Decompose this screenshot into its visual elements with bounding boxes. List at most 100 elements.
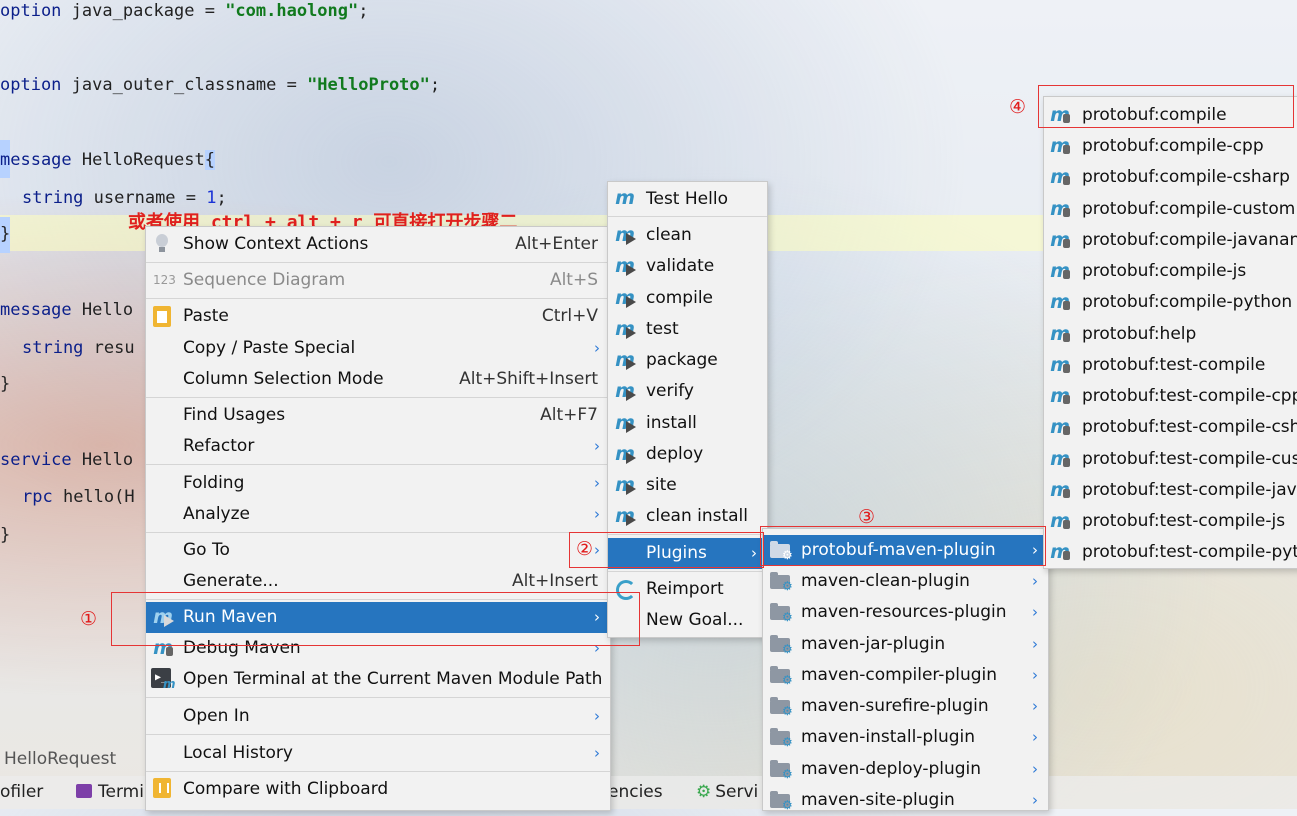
maven-run-icon: m	[615, 255, 636, 277]
chevron-right-icon: ›	[1032, 541, 1038, 559]
goal-protobuf-test-compile-custom[interactable]: mprotobuf:test-compile-custom	[1044, 444, 1297, 475]
menu-item-compare-with-clipboard[interactable]: Compare with Clipboard	[146, 774, 610, 805]
goal-protobuf-help[interactable]: m protobuf:help	[1044, 319, 1297, 350]
plugin-folder-icon: ⚙	[770, 635, 793, 655]
code-line: rpc hello(H	[22, 487, 135, 507]
menu-item-column-selection-mode[interactable]: Column Selection Mode Alt+Shift+Insert	[146, 364, 610, 395]
plugin-maven-site-plugin[interactable]: ⚙ maven-site-plugin ›	[763, 785, 1048, 816]
plugin-folder-icon: ⚙	[770, 603, 793, 623]
maven-run-icon: m	[615, 224, 636, 246]
maven-plugins-item[interactable]: Plugins ›	[608, 538, 767, 569]
menu-item-debug-maven[interactable]: m Debug Maven ›	[146, 633, 610, 664]
menu-item-generate[interactable]: Generate... Alt+Insert	[146, 566, 610, 597]
menu-item-run-maven[interactable]: m Run Maven ›	[146, 602, 610, 633]
goal-protobuf-test-compile-javanano[interactable]: mprotobuf:test-compile-javanano	[1044, 475, 1297, 506]
protobuf-goals-submenu: m protobuf:compile m protobuf:compile-cpp …	[1043, 96, 1297, 569]
maven-goal-verify[interactable]: m verify	[608, 376, 767, 407]
plugin-maven-install-plugin[interactable]: ⚙ maven-install-plugin ›	[763, 722, 1048, 753]
menu-item-open-terminal[interactable]: ▶_ m Open Terminal at the Current Maven M…	[146, 664, 610, 695]
plugin-folder-icon: ⚙	[770, 697, 793, 717]
chevron-right-icon: ›	[594, 339, 600, 357]
goal-protobuf-test-compile[interactable]: m protobuf:test-compile	[1044, 350, 1297, 381]
goal-protobuf-test-compile-python[interactable]: mprotobuf:test-compile-python	[1044, 537, 1297, 568]
plugin-folder-icon: ⚙	[770, 760, 793, 780]
menu-item-analyze[interactable]: Analyze ›	[146, 499, 610, 530]
chevron-right-icon: ›	[594, 437, 600, 455]
menu-separator	[608, 216, 767, 217]
goal-protobuf-compile-python[interactable]: m protobuf:compile-python	[1044, 287, 1297, 318]
maven-reimport-item[interactable]: Reimport	[608, 574, 767, 605]
maven-goal-icon: m	[1050, 198, 1070, 220]
breadcrumb[interactable]: HelloRequest	[0, 742, 150, 776]
maven-goal-deploy[interactable]: m deploy	[608, 439, 767, 470]
menu-separator	[146, 734, 610, 735]
goal-protobuf-compile[interactable]: m protobuf:compile	[1044, 100, 1297, 131]
tool-window-services[interactable]: ⚙ Servi	[696, 782, 758, 802]
plugin-folder-icon: ⚙	[770, 666, 793, 686]
code-line: message Hello	[0, 300, 134, 320]
maven-goal-clean-install[interactable]: m clean install	[608, 501, 767, 532]
menu-item-refactor[interactable]: Refactor ›	[146, 431, 610, 462]
clipboard-icon	[153, 304, 175, 327]
maven-goal-test-hello[interactable]: m Test Hello	[608, 184, 767, 215]
gear-icon: ⚙	[696, 782, 712, 802]
maven-goal-package[interactable]: m package	[608, 345, 767, 376]
menu-separator	[146, 532, 610, 533]
maven-goal-site[interactable]: m site	[608, 470, 767, 501]
plugin-maven-compiler-plugin[interactable]: ⚙ maven-compiler-plugin ›	[763, 660, 1048, 691]
maven-goal-clean[interactable]: m clean	[608, 220, 767, 251]
menu-separator	[146, 298, 610, 299]
compare-clipboard-icon	[153, 778, 175, 798]
menu-item-sequence-diagram[interactable]: 123 Sequence Diagram Alt+S	[146, 265, 610, 296]
plugin-maven-surefire-plugin[interactable]: ⚙ maven-surefire-plugin ›	[763, 691, 1048, 722]
menu-item-open-in[interactable]: Open In ›	[146, 701, 610, 732]
sequence-icon: 123	[153, 273, 176, 287]
plugins-submenu: ⚙ protobuf-maven-plugin › ⚙ maven-clean-plu…	[762, 528, 1049, 811]
step2-marker: ②	[576, 538, 594, 560]
menu-item-show-context-actions[interactable]: Show Context Actions Alt+Enter	[146, 229, 610, 260]
menu-item-folding[interactable]: Folding ›	[146, 468, 610, 499]
menu-item-find-usages[interactable]: Find Usages Alt+F7	[146, 400, 610, 431]
tool-window-profiler[interactable]: ofiler	[0, 782, 43, 802]
plugin-protobuf-maven-plugin[interactable]: ⚙ protobuf-maven-plugin ›	[763, 535, 1048, 566]
goal-protobuf-test-compile-cpp[interactable]: m protobuf:test-compile-cpp	[1044, 381, 1297, 412]
maven-goal-test[interactable]: m test	[608, 314, 767, 345]
maven-run-icon: m	[615, 318, 636, 340]
maven-goal-icon: m	[1050, 291, 1070, 313]
maven-run-icon: m	[615, 287, 636, 309]
maven-goal-install[interactable]: m install	[608, 408, 767, 439]
goal-protobuf-compile-cpp[interactable]: m protobuf:compile-cpp	[1044, 131, 1297, 162]
bulb-icon	[152, 234, 174, 254]
goal-protobuf-compile-js[interactable]: m protobuf:compile-js	[1044, 256, 1297, 287]
chevron-right-icon: ›	[594, 608, 600, 626]
menu-item-paste[interactable]: Paste Ctrl+V	[146, 301, 610, 332]
terminal-icon	[76, 784, 92, 798]
menu-item-copy-paste-special[interactable]: Copy / Paste Special ›	[146, 333, 610, 364]
maven-goal-validate[interactable]: m validate	[608, 251, 767, 282]
menu-item-local-history[interactable]: Local History ›	[146, 738, 610, 769]
goal-protobuf-compile-custom[interactable]: m protobuf:compile-custom	[1044, 194, 1297, 225]
goal-protobuf-test-compile-js[interactable]: m protobuf:test-compile-js	[1044, 506, 1297, 537]
plugin-maven-jar-plugin[interactable]: ⚙ maven-jar-plugin ›	[763, 629, 1048, 660]
tool-window-dependencies[interactable]: encies	[608, 782, 663, 802]
chevron-right-icon: ›	[594, 744, 600, 762]
plugin-maven-resources-plugin[interactable]: ⚙ maven-resources-plugin ›	[763, 597, 1048, 628]
goal-protobuf-compile-javanano[interactable]: m protobuf:compile-javanano	[1044, 225, 1297, 256]
maven-goal-icon: m	[1050, 385, 1070, 407]
tool-window-terminal[interactable]: Termi	[76, 782, 144, 802]
plugin-maven-clean-plugin[interactable]: ⚙ maven-clean-plugin ›	[763, 566, 1048, 597]
chevron-right-icon: ›	[1032, 697, 1038, 715]
menu-separator	[146, 397, 610, 398]
maven-goal-icon: m	[1050, 354, 1070, 376]
maven-new-goal-item[interactable]: New Goal...	[608, 605, 767, 636]
maven-run-icon: m	[153, 606, 174, 628]
maven-goal-compile[interactable]: m compile	[608, 283, 767, 314]
goal-protobuf-compile-csharp[interactable]: m protobuf:compile-csharp	[1044, 162, 1297, 193]
menu-item-go-to[interactable]: Go To ›	[146, 535, 610, 566]
plugin-maven-deploy-plugin[interactable]: ⚙ maven-deploy-plugin ›	[763, 754, 1048, 785]
maven-goal-icon: m	[1050, 510, 1070, 532]
chevron-right-icon: ›	[594, 639, 600, 657]
step3-marker: ③	[858, 506, 876, 528]
chevron-right-icon: ›	[1032, 572, 1038, 590]
goal-protobuf-test-compile-csharp[interactable]: mprotobuf:test-compile-csharp	[1044, 412, 1297, 443]
